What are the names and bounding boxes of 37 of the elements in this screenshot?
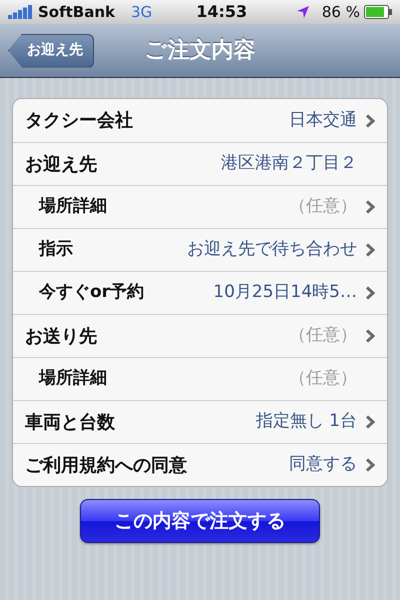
table-row[interactable]: お迎え先 港区港南２丁目２	[13, 142, 387, 185]
back-button[interactable]: お迎え先	[8, 34, 94, 68]
battery-percent: 86 %	[322, 2, 360, 23]
row-value: 日本交通	[289, 108, 357, 132]
carrier-name: SoftBank	[38, 2, 116, 23]
row-label: お迎え先	[25, 152, 97, 176]
row-value: 港区港南２丁目２	[221, 152, 357, 176]
signal-icon	[8, 5, 34, 19]
table-row[interactable]: 場所詳細 （任意）	[13, 185, 387, 228]
location-arrow-icon	[296, 5, 310, 19]
row-label: 車両と台数	[25, 410, 115, 434]
row-value: 10月25日14時5…	[213, 281, 357, 304]
row-label: 場所詳細	[39, 367, 107, 390]
row-label: 今すぐor予約	[39, 281, 144, 304]
table-row[interactable]: ご利用規約への同意 同意する	[13, 443, 387, 486]
table-row[interactable]: 指示 お迎え先で待ち合わせ	[13, 228, 387, 271]
battery-icon	[364, 5, 392, 19]
row-value: 同意する	[289, 453, 357, 476]
row-label: 指示	[39, 238, 73, 262]
screen-title: ご注文内容	[144, 36, 256, 65]
table-row[interactable]: 今すぐor予約 10月25日14時5…	[13, 271, 387, 314]
row-label: お送り先	[25, 324, 97, 348]
row-value: お迎え先で待ち合わせ	[187, 238, 357, 262]
table-row[interactable]: タクシー会社 日本交通	[13, 99, 387, 142]
row-value: 指定無し 1台	[256, 410, 357, 434]
table-row[interactable]: お送り先 （任意）	[13, 314, 387, 357]
row-value: （任意）	[289, 367, 357, 390]
table-row[interactable]: 車両と台数 指定無し 1台	[13, 400, 387, 443]
submit-order-button[interactable]: この内容で注文する	[80, 499, 320, 543]
row-value: （任意）	[289, 195, 357, 218]
row-label: 場所詳細	[39, 195, 107, 218]
row-label: ご利用規約への同意	[25, 454, 187, 478]
row-label: タクシー会社	[25, 109, 133, 133]
network-type: 3G	[131, 2, 152, 23]
table-row[interactable]: 場所詳細 （任意）	[13, 357, 387, 400]
clock-time: 14:53	[196, 1, 248, 23]
row-value: （任意）	[289, 324, 357, 348]
